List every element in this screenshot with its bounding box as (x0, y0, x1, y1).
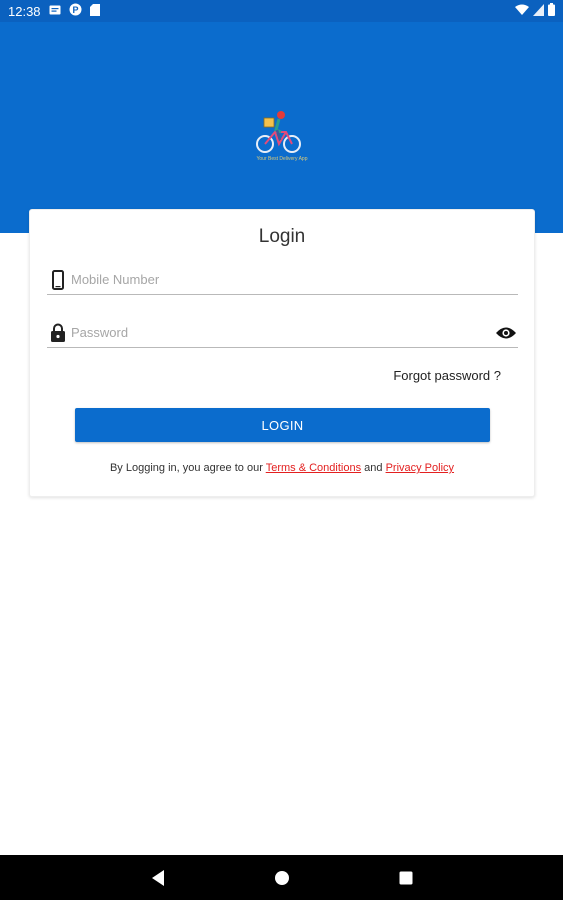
agreement-prefix: By Logging in, you agree to our (109, 462, 266, 474)
mobile-field (47, 265, 518, 295)
sd-card-icon (89, 3, 100, 19)
agreement-text: By Logging in, you agree to our Terms & … (30, 462, 534, 474)
mobile-phone-icon (47, 268, 69, 292)
back-icon[interactable] (146, 866, 170, 890)
lock-icon (47, 321, 69, 345)
forgot-password-link[interactable]: Forgot password ? (393, 368, 501, 383)
status-bar: 12:38 P (0, 0, 563, 22)
svg-text:P: P (72, 5, 78, 15)
status-time: 12:38 (8, 3, 41, 19)
status-right (515, 3, 555, 19)
status-left: 12:38 P (8, 3, 100, 19)
mobile-number-input[interactable] (69, 267, 518, 292)
logo-caption: Your Best Delivery App (256, 156, 308, 162)
signal-icon (533, 3, 544, 19)
password-input[interactable] (69, 320, 494, 345)
agreement-and: and (361, 462, 386, 474)
privacy-policy-link[interactable]: Privacy Policy (386, 462, 454, 474)
p-icon: P (69, 3, 82, 19)
wifi-icon (515, 4, 529, 19)
battery-icon (548, 3, 555, 19)
system-nav-bar (0, 855, 563, 900)
login-screen: 12:38 P Your Best Delivery App Login Mob… (0, 0, 563, 900)
terms-conditions-link[interactable]: Terms & Conditions (266, 462, 361, 474)
message-icon (49, 4, 61, 19)
login-button[interactable]: LOGIN (75, 408, 490, 442)
home-icon[interactable] (270, 866, 294, 890)
recents-icon[interactable] (394, 866, 418, 890)
eye-icon[interactable] (494, 321, 518, 345)
page-title: Login (258, 226, 306, 247)
login-card: Login Forgot password ? LOGIN By Logging… (29, 209, 535, 497)
password-field (47, 318, 518, 348)
